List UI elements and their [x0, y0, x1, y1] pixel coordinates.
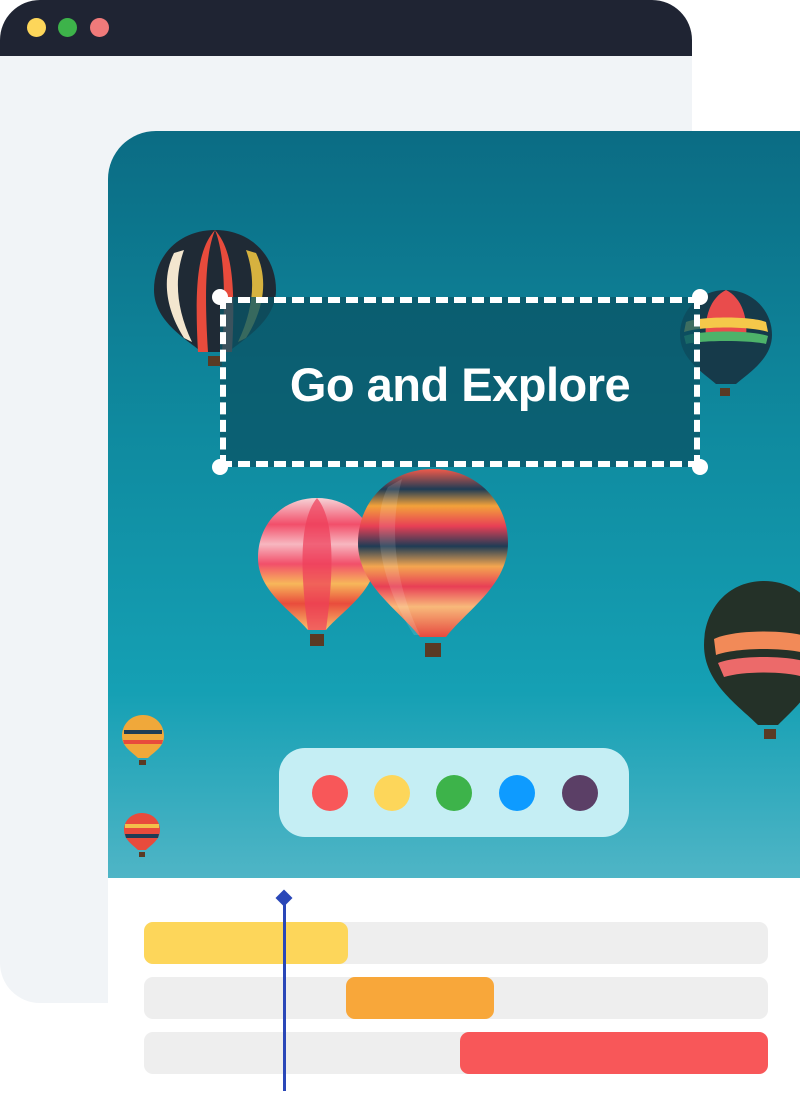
window-title-bar	[0, 0, 692, 56]
color-swatch-yellow[interactable]	[374, 775, 410, 811]
resize-handle-bottom-left[interactable]	[212, 459, 228, 475]
editor-card: Go and Explore	[108, 131, 800, 1101]
playhead-handle-icon[interactable]	[275, 889, 293, 907]
playhead[interactable]	[283, 897, 286, 1091]
timeline-clip-orange[interactable]	[346, 977, 494, 1019]
resize-handle-top-left[interactable]	[212, 289, 228, 305]
hot-air-balloon-icon	[122, 714, 164, 766]
timeline-track	[144, 1032, 768, 1074]
color-swatch-green[interactable]	[436, 775, 472, 811]
hot-air-balloon-icon	[358, 467, 508, 663]
color-swatch-blue[interactable]	[499, 775, 535, 811]
maximize-dot-icon[interactable]	[58, 18, 77, 37]
timeline-clip-yellow[interactable]	[144, 922, 348, 964]
color-palette	[279, 748, 629, 837]
color-swatch-red[interactable]	[312, 775, 348, 811]
minimize-dot-icon[interactable]	[27, 18, 46, 37]
hot-air-balloon-icon	[124, 812, 160, 858]
timeline-track	[144, 977, 768, 1019]
resize-handle-top-right[interactable]	[692, 289, 708, 305]
headline-text-box[interactable]: Go and Explore	[220, 297, 700, 467]
hot-air-balloon-icon	[704, 579, 800, 743]
timeline-track	[144, 922, 768, 964]
headline-text[interactable]: Go and Explore	[226, 357, 694, 412]
color-swatch-purple[interactable]	[562, 775, 598, 811]
timeline-clip-red[interactable]	[460, 1032, 768, 1074]
close-dot-icon[interactable]	[90, 18, 109, 37]
resize-handle-bottom-right[interactable]	[692, 459, 708, 475]
balloon-photo-canvas[interactable]: Go and Explore	[108, 131, 800, 878]
